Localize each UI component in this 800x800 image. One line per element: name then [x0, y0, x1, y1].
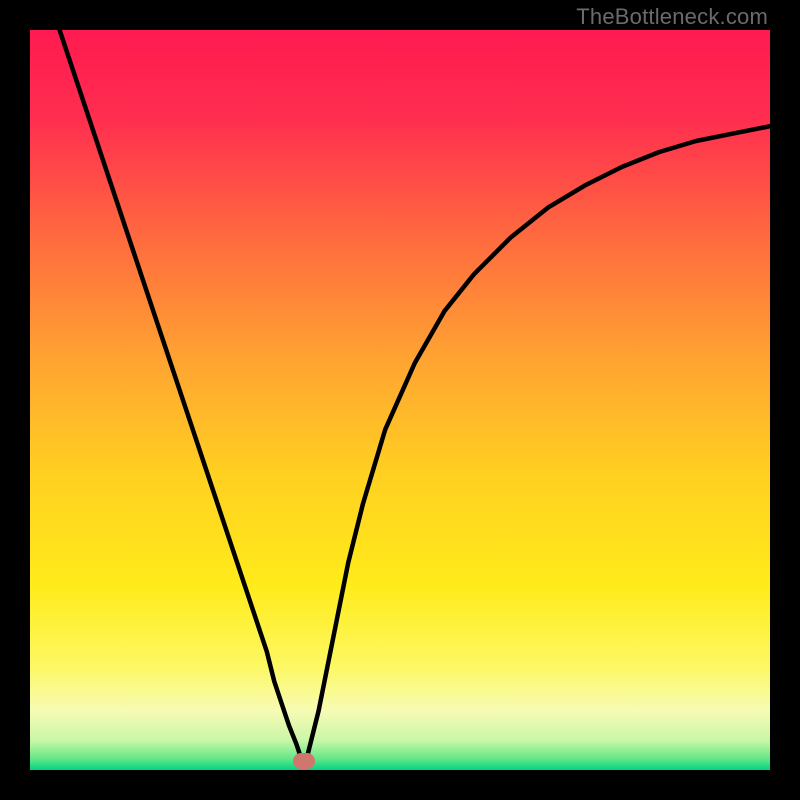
plot-area — [30, 30, 770, 770]
bottleneck-curve — [30, 30, 770, 770]
chart-frame: TheBottleneck.com — [0, 0, 800, 800]
optimal-marker — [293, 753, 315, 769]
watermark-text: TheBottleneck.com — [576, 4, 768, 30]
